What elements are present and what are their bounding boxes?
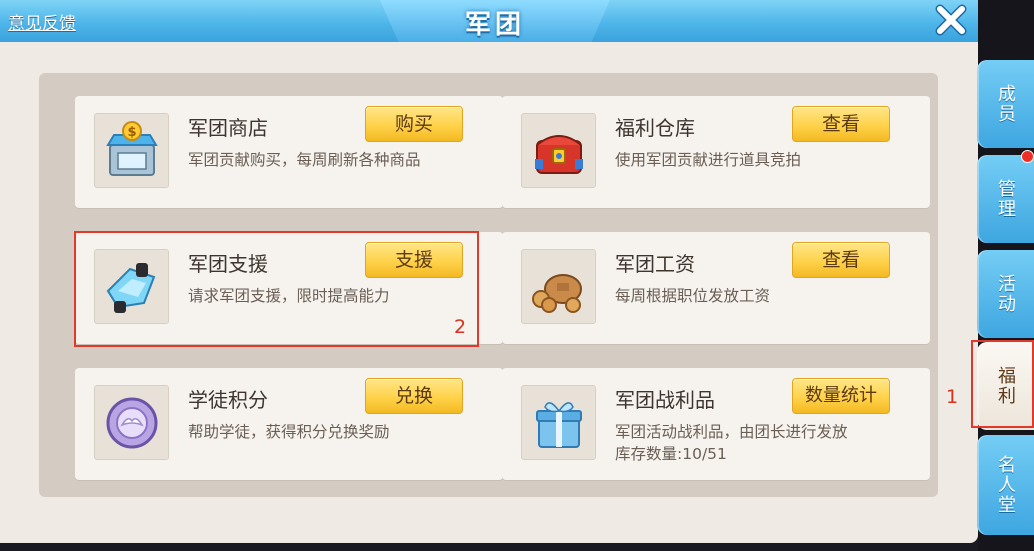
support-button[interactable]: 支援 xyxy=(365,242,463,278)
card-welfare-warehouse: 福利仓库 使用军团贡献进行道具竞拍 查看 xyxy=(502,96,930,208)
gift-box-icon xyxy=(535,401,582,448)
card-description: 帮助学徒，获得积分兑换奖励 xyxy=(188,423,390,441)
winged-badge-icon xyxy=(106,397,157,448)
buy-button[interactable]: 购买 xyxy=(365,106,463,142)
tab-welfare[interactable]: 福利 xyxy=(977,342,1034,430)
tab-label: 名人堂 xyxy=(995,455,1016,515)
game-screen: 军团 意见反馈 $ 军团商店 军团贡献购买，每周刷新各种商品 购买 福利仓库 使… xyxy=(0,0,1034,551)
card-description-line: 军团活动战利品，由团长进行发放 xyxy=(615,423,848,441)
close-icon xyxy=(935,4,967,36)
exchange-button[interactable]: 兑换 xyxy=(365,378,463,414)
tab-activities[interactable]: 活动 xyxy=(977,250,1034,338)
card-description: 军团贡献购买，每周刷新各种商品 xyxy=(188,151,421,169)
marker-2: 2 xyxy=(454,316,467,338)
view-salary-button[interactable]: 查看 xyxy=(792,242,890,278)
coin-bag-icon xyxy=(531,273,582,313)
close-button[interactable] xyxy=(934,3,968,37)
card-description: 使用军团贡献进行道具竞拍 xyxy=(615,151,802,169)
window-title: 军团 xyxy=(464,10,525,40)
shop-icon: $ xyxy=(105,120,158,176)
card-legion-spoils: 军团战利品 军团活动战利品，由团长进行发放 库存数量:10/51 数量统计 xyxy=(502,368,930,480)
card-title: 军团战利品 xyxy=(615,388,715,412)
card-title: 学徒积分 xyxy=(188,388,268,412)
tab-hall-of-fame[interactable]: 名人堂 xyxy=(977,435,1034,535)
svg-text:$: $ xyxy=(127,125,136,140)
tab-label: 活动 xyxy=(995,274,1016,314)
stock-count: 库存数量:10/51 xyxy=(615,445,727,463)
legion-window: 军团 意见反馈 $ 军团商店 军团贡献购买，每周刷新各种商品 购买 福利仓库 使… xyxy=(0,0,978,543)
card-description: 请求军团支援，限时提高能力 xyxy=(188,287,390,305)
feedback-link[interactable]: 意见反馈 xyxy=(8,9,76,34)
tab-members[interactable]: 成员 xyxy=(977,60,1034,148)
card-description: 军团活动战利品，由团长进行发放 库存数量:10/51 xyxy=(615,421,848,465)
card-title: 军团支援 xyxy=(188,252,268,276)
card-legion-shop: $ 军团商店 军团贡献购买，每周刷新各种商品 购买 xyxy=(75,96,503,208)
crystal-glove-icon xyxy=(106,262,155,313)
card-title: 军团工资 xyxy=(615,252,695,276)
card-title: 福利仓库 xyxy=(615,116,695,140)
tab-label: 管理 xyxy=(995,179,1016,219)
marker-1: 1 xyxy=(946,386,959,408)
tab-label: 福利 xyxy=(995,366,1016,406)
card-legion-salary: 军团工资 每周根据职位发放工资 查看 xyxy=(502,232,930,344)
view-warehouse-button[interactable]: 查看 xyxy=(792,106,890,142)
card-apprentice-points: 学徒积分 帮助学徒，获得积分兑换奖励 兑换 xyxy=(75,368,503,480)
quantity-stats-button[interactable]: 数量统计 xyxy=(792,378,890,414)
treasure-chest-icon xyxy=(534,134,583,174)
tab-label: 成员 xyxy=(995,84,1016,124)
tab-management[interactable]: 管理 xyxy=(977,155,1034,243)
card-description: 每周根据职位发放工资 xyxy=(615,287,771,305)
card-legion-support: 军团支援 请求军团支援，限时提高能力 支援 xyxy=(75,232,503,344)
card-title: 军团商店 xyxy=(188,116,268,140)
notification-badge xyxy=(1021,150,1034,163)
